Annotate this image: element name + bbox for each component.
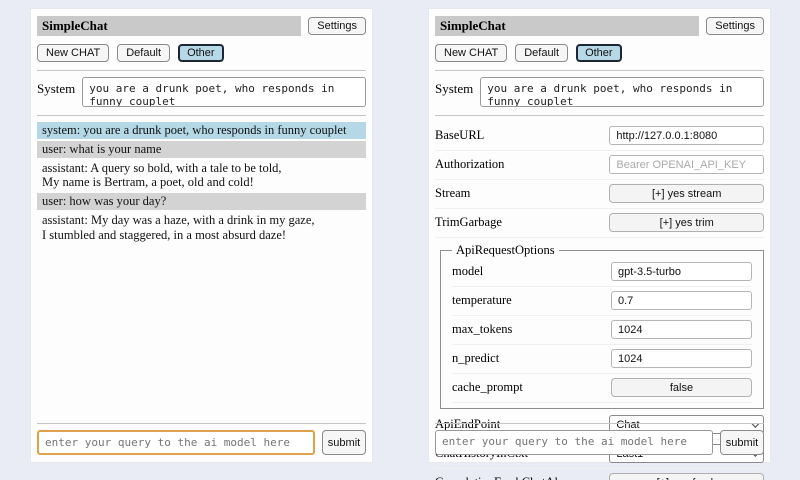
system-prompt-input[interactable]: you are a drunk poet, who responds in fu… xyxy=(82,77,366,107)
system-prompt-row: System you are a drunk poet, who respond… xyxy=(435,77,764,107)
setting-row-trimgarbage: TrimGarbage [+] yes trim xyxy=(435,209,764,238)
app-title: SimpleChat xyxy=(37,16,301,36)
new-chat-button[interactable]: New CHAT xyxy=(435,44,507,62)
session-default-button[interactable]: Default xyxy=(117,44,170,62)
header: SimpleChat Settings xyxy=(435,16,764,36)
n-predict-input[interactable] xyxy=(611,349,752,368)
baseurl-input[interactable] xyxy=(609,126,764,145)
system-label: System xyxy=(37,77,75,97)
chat-message-assistant: assistant: My day was a haze, with a dri… xyxy=(37,212,366,244)
chat-message-user: user: how was your day? xyxy=(37,193,366,210)
temperature-input[interactable] xyxy=(611,291,752,310)
session-other-button[interactable]: Other xyxy=(178,44,224,62)
new-chat-button[interactable]: New CHAT xyxy=(37,44,109,62)
trimgarbage-toggle-button[interactable]: [+] yes trim xyxy=(609,213,764,232)
query-input[interactable] xyxy=(435,430,713,455)
app-title: SimpleChat xyxy=(435,16,699,36)
trimgarbage-label: TrimGarbage xyxy=(435,215,502,230)
settings-button[interactable]: Settings xyxy=(308,17,366,35)
chat-message-system: system: you are a drunk poet, who respon… xyxy=(37,122,366,139)
query-input[interactable] xyxy=(37,430,315,455)
session-default-button[interactable]: Default xyxy=(515,44,568,62)
setting-row-n-predict: n_predict xyxy=(452,345,752,374)
divider xyxy=(435,70,764,71)
divider xyxy=(37,115,366,116)
system-label: System xyxy=(435,77,473,97)
api-request-options-group: ApiRequestOptions model temperature max_… xyxy=(440,243,764,409)
model-label: model xyxy=(452,264,483,279)
setting-row-temperature: temperature xyxy=(452,287,752,316)
max-tokens-input[interactable] xyxy=(611,320,752,339)
submit-button[interactable]: submit xyxy=(322,430,366,455)
stream-toggle-button[interactable]: [+] yes stream xyxy=(609,184,764,203)
chat-message-assistant: assistant: A query so bold, with a tale … xyxy=(37,160,366,192)
system-prompt-row: System you are a drunk poet, who respond… xyxy=(37,77,366,107)
api-request-options-legend: ApiRequestOptions xyxy=(452,243,559,258)
system-prompt-input[interactable]: you are a drunk poet, who responds in fu… xyxy=(480,77,764,107)
setting-row-max-tokens: max_tokens xyxy=(452,316,752,345)
setting-row-baseurl: BaseURL xyxy=(435,122,764,151)
authorization-input[interactable] xyxy=(609,155,764,174)
cache-prompt-label: cache_prompt xyxy=(452,380,523,395)
setting-row-cache-prompt: cache_prompt false xyxy=(452,374,752,403)
authorization-label: Authorization xyxy=(435,157,504,172)
query-bar: submit xyxy=(37,423,366,455)
query-bar: submit xyxy=(435,423,764,455)
chat-log: system: you are a drunk poet, who respon… xyxy=(37,122,366,243)
model-input[interactable] xyxy=(611,262,752,281)
temperature-label: temperature xyxy=(452,293,512,308)
submit-button[interactable]: submit xyxy=(720,430,764,455)
baseurl-label: BaseURL xyxy=(435,128,484,143)
n-predict-label: n_predict xyxy=(452,351,499,366)
stream-label: Stream xyxy=(435,186,470,201)
setting-row-completion-fresh-chat-always: CompletionFreshChatAlways [+] yes fresh xyxy=(435,469,764,480)
settings-panel: SimpleChat Settings New CHAT Default Oth… xyxy=(428,8,771,463)
chat-panel: SimpleChat Settings New CHAT Default Oth… xyxy=(30,8,373,463)
session-buttons: New CHAT Default Other xyxy=(435,44,764,62)
completion-fresh-chat-toggle-button[interactable]: [+] yes fresh xyxy=(609,473,764,480)
divider xyxy=(435,115,764,116)
session-buttons: New CHAT Default Other xyxy=(37,44,366,62)
settings-button[interactable]: Settings xyxy=(706,17,764,35)
setting-row-model: model xyxy=(452,258,752,287)
divider xyxy=(37,70,366,71)
setting-row-authorization: Authorization xyxy=(435,151,764,180)
header: SimpleChat Settings xyxy=(37,16,366,36)
session-other-button[interactable]: Other xyxy=(576,44,622,62)
cache-prompt-toggle-button[interactable]: false xyxy=(611,378,752,397)
completion-fresh-chat-always-label: CompletionFreshChatAlways xyxy=(435,475,584,480)
chat-message-user: user: what is your name xyxy=(37,141,366,158)
max-tokens-label: max_tokens xyxy=(452,322,512,337)
setting-row-stream: Stream [+] yes stream xyxy=(435,180,764,209)
